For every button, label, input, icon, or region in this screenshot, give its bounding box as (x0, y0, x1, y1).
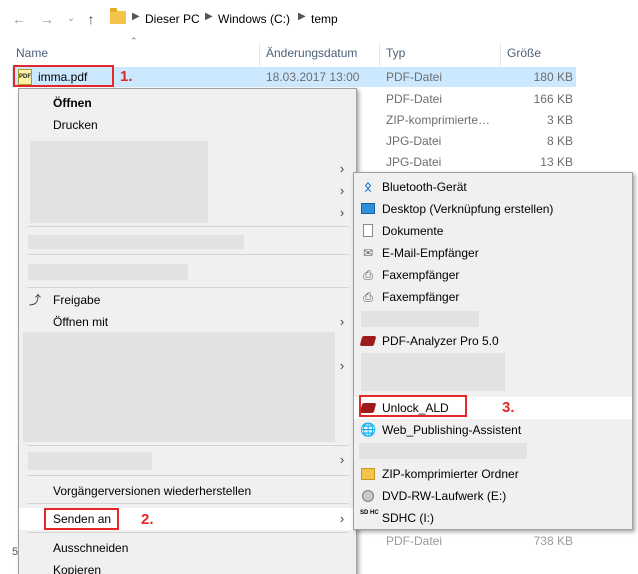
send-to-item-web-publishing[interactable]: 🌐 Web_Publishing-Assistent (354, 419, 632, 441)
redacted-menu-item (361, 311, 479, 327)
file-type: PDF-Datei (386, 70, 443, 84)
menu-item-print[interactable]: Drucken (19, 114, 356, 136)
column-header-type[interactable]: Typ (386, 46, 405, 64)
chevron-right-icon: › (339, 314, 345, 329)
address-bar: ← → ⌄ ↑ ▶ Dieser PC ▶ Windows (C:) ▶ tem… (0, 0, 638, 38)
redacted-menu-item (28, 264, 188, 280)
recent-locations-chevron-icon[interactable]: ⌄ (62, 10, 80, 28)
redacted-menu-item (28, 235, 244, 249)
breadcrumb-separator-icon: ▶ (298, 11, 306, 22)
menu-separator (27, 287, 349, 288)
send-to-item-dvd-drive[interactable]: DVD-RW-Laufwerk (E:) (354, 485, 632, 507)
menu-item-open-with[interactable]: Öffnen mit › (19, 311, 356, 333)
menu-item-copy[interactable]: Kopieren (19, 559, 356, 574)
menu-item-cut[interactable]: Ausschneiden (19, 537, 356, 559)
menu-item-open[interactable]: Öffnen (19, 92, 356, 114)
breadcrumb-separator-icon: ▶ (132, 11, 140, 22)
breadcrumb-this-pc[interactable]: Dieser PC (145, 12, 200, 26)
menu-separator (27, 445, 349, 446)
annotation-box-step1 (13, 65, 114, 87)
breadcrumb-temp[interactable]: temp (311, 12, 338, 26)
redacted-menu-item (28, 452, 152, 470)
file-type: JPG-Datei (386, 155, 442, 169)
annotation-step2: 2. (141, 511, 154, 528)
menu-separator (27, 475, 349, 476)
bluetooth-icon: ᛟ (364, 179, 372, 194)
send-to-item-fax-2[interactable]: ⎙ Faxempfänger (354, 286, 632, 308)
zip-folder-icon (360, 466, 376, 482)
send-to-submenu: ᛟ Bluetooth-Gerät Desktop (Verknüpfung e… (353, 172, 633, 530)
send-to-item-zip-folder[interactable]: ZIP-komprimierter Ordner (354, 463, 632, 485)
redacted-menu-region (23, 332, 335, 442)
file-type: PDF-Datei (386, 534, 443, 548)
file-size: 13 KB (540, 155, 573, 169)
file-size: 3 KB (546, 113, 573, 127)
annotation-step1: 1. (120, 68, 133, 85)
fax-icon: ⎙ (363, 268, 373, 282)
chevron-right-icon: › (339, 205, 345, 220)
sd-card-icon: SD HC (360, 510, 379, 516)
share-icon: ⤴ (28, 293, 41, 307)
send-to-item-bluetooth[interactable]: ᛟ Bluetooth-Gerät (354, 176, 632, 198)
desktop-icon (360, 201, 376, 217)
column-divider[interactable] (259, 44, 260, 66)
column-header-name[interactable]: Name (16, 46, 48, 64)
annotation-box-step3 (359, 395, 467, 417)
file-size: 8 KB (546, 134, 573, 148)
menu-separator (27, 532, 349, 533)
breadcrumb-drive-c[interactable]: Windows (C:) (218, 12, 290, 26)
forward-arrow-icon[interactable]: → (38, 10, 56, 28)
up-arrow-icon[interactable]: ↑ (82, 10, 100, 28)
chevron-right-icon: › (339, 183, 345, 198)
back-arrow-icon[interactable]: ← (10, 10, 28, 28)
send-to-item-mail[interactable]: ✉ E-Mail-Empfänger (354, 242, 632, 264)
menu-separator (27, 254, 349, 255)
chevron-right-icon: › (339, 161, 345, 176)
breadcrumb-separator-icon: ▶ (205, 11, 213, 22)
redacted-menu-region (30, 141, 208, 223)
send-to-item-pdf-analyzer[interactable]: PDF-Analyzer Pro 5.0 (354, 330, 632, 352)
documents-icon (360, 223, 376, 239)
file-type: JPG-Datei (386, 134, 442, 148)
menu-item-share[interactable]: ⤴ Freigabe (19, 289, 356, 311)
send-to-item-desktop[interactable]: Desktop (Verknüpfung erstellen) (354, 198, 632, 220)
column-header-size[interactable]: Größe (507, 46, 541, 64)
menu-separator (27, 503, 349, 504)
chevron-right-icon: › (339, 511, 345, 526)
context-menu: Öffnen Drucken › › › ⤴ Freigabe Öffnen m… (18, 88, 357, 574)
menu-item-restore-previous-versions[interactable]: Vorgängerversionen wiederherstellen (19, 480, 356, 502)
annotation-step3: 3. (502, 399, 515, 416)
fax-icon: ⎙ (363, 290, 373, 304)
file-size: 166 KB (533, 92, 573, 106)
file-type: PDF-Datei (386, 92, 443, 106)
pdf-analyzer-icon (359, 333, 377, 349)
column-divider[interactable] (500, 44, 501, 66)
file-size: 180 KB (533, 70, 573, 84)
dvd-drive-icon (360, 488, 376, 504)
menu-separator (27, 226, 349, 227)
file-date: 18.03.2017 13:00 (266, 70, 360, 84)
web-publishing-icon: 🌐 (360, 422, 377, 437)
column-divider[interactable] (379, 44, 380, 66)
annotation-box-step2 (44, 508, 119, 530)
chevron-right-icon: › (339, 358, 345, 373)
chevron-right-icon: › (339, 452, 345, 467)
sort-caret-icon: ⌃ (130, 36, 138, 46)
redacted-menu-item (359, 443, 527, 459)
send-to-item-documents[interactable]: Dokumente (354, 220, 632, 242)
folder-icon (110, 8, 126, 24)
send-to-item-sd-card[interactable]: SD HC SDHC (I:) (354, 507, 632, 529)
redacted-menu-item (361, 353, 505, 391)
mail-icon: ✉ (362, 246, 374, 260)
send-to-item-fax-1[interactable]: ⎙ Faxempfänger (354, 264, 632, 286)
file-size: 738 KB (533, 534, 573, 548)
column-header-date[interactable]: Änderungsdatum (266, 46, 357, 64)
address-box[interactable]: ▶ Dieser PC ▶ Windows (C:) ▶ temp (106, 7, 638, 31)
file-type: ZIP-komprimierte… (386, 113, 491, 127)
